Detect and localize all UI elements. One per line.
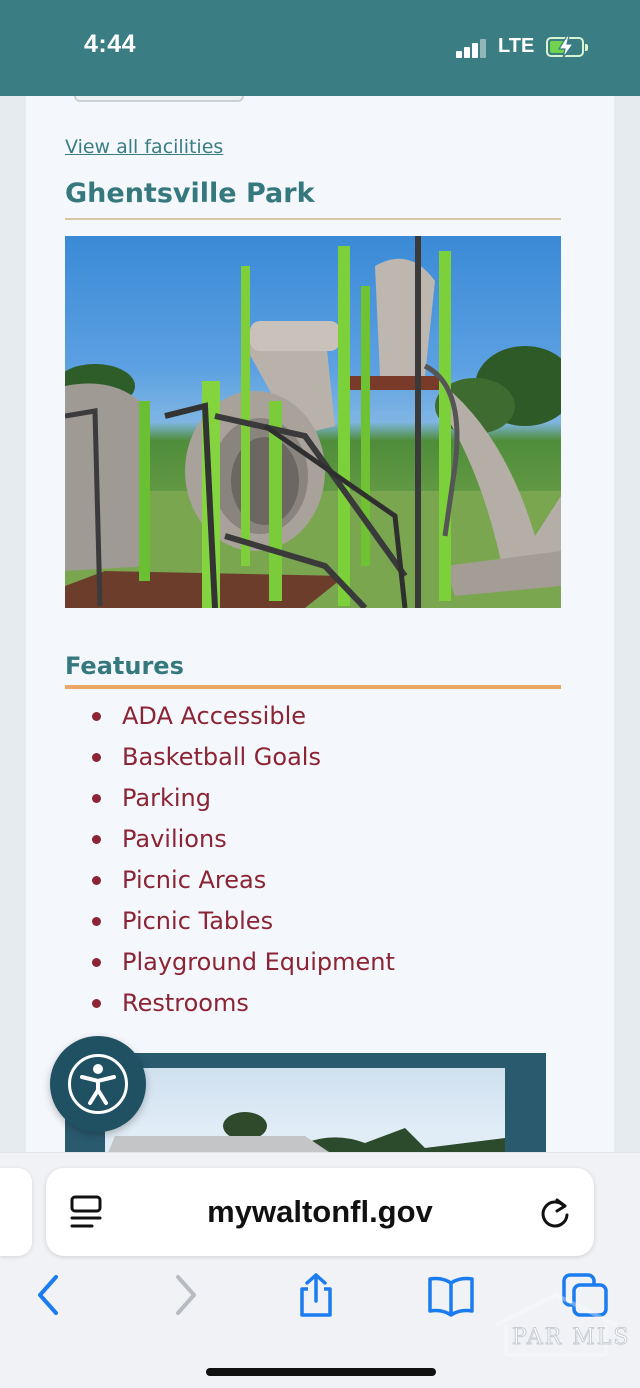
view-all-facilities-link[interactable]: View all facilities xyxy=(65,136,223,158)
web-page-content: View all facilities Ghentsville Park Fea… xyxy=(26,96,614,1156)
previous-tab-preview[interactable] xyxy=(0,1168,32,1256)
share-icon[interactable] xyxy=(294,1271,338,1319)
list-item: Picnic Areas xyxy=(92,864,395,905)
network-label: LTE xyxy=(498,35,535,57)
features-list: ADA Accessible Basketball Goals Parking … xyxy=(92,700,395,1028)
signal-bars-icon xyxy=(456,38,488,58)
chevron-left-icon[interactable] xyxy=(28,1271,72,1319)
list-item: Parking xyxy=(92,782,395,823)
features-heading: Features xyxy=(65,652,184,680)
park-playground-photo xyxy=(65,236,561,608)
book-icon[interactable] xyxy=(426,1271,476,1319)
status-bar: 4:44 LTE xyxy=(0,0,640,96)
home-indicator[interactable] xyxy=(206,1368,436,1376)
browser-toolbar: mywaltonfl.gov PAR MLS xyxy=(0,1152,640,1388)
address-bar[interactable]: mywaltonfl.gov xyxy=(46,1168,594,1256)
park-title: Ghentsville Park xyxy=(65,178,315,209)
list-item: Restrooms xyxy=(92,987,395,1028)
list-item: Playground Equipment xyxy=(92,946,395,987)
chevron-right-icon[interactable] xyxy=(164,1271,208,1319)
button-edge[interactable] xyxy=(74,96,244,102)
features-divider xyxy=(65,685,561,689)
list-item: Picnic Tables xyxy=(92,905,395,946)
title-divider xyxy=(65,218,561,220)
list-item: Basketball Goals xyxy=(92,741,395,782)
battery-charging-icon xyxy=(546,36,588,58)
accessibility-person-icon xyxy=(68,1054,128,1114)
list-item: ADA Accessible xyxy=(92,700,395,741)
url-text[interactable]: mywaltonfl.gov xyxy=(46,1194,594,1230)
status-time: 4:44 xyxy=(84,30,137,58)
accessibility-button[interactable] xyxy=(50,1036,146,1132)
reload-icon[interactable] xyxy=(538,1196,572,1230)
watermark-text: PAR MLS xyxy=(511,1325,631,1351)
list-item: Pavilions xyxy=(92,823,395,864)
